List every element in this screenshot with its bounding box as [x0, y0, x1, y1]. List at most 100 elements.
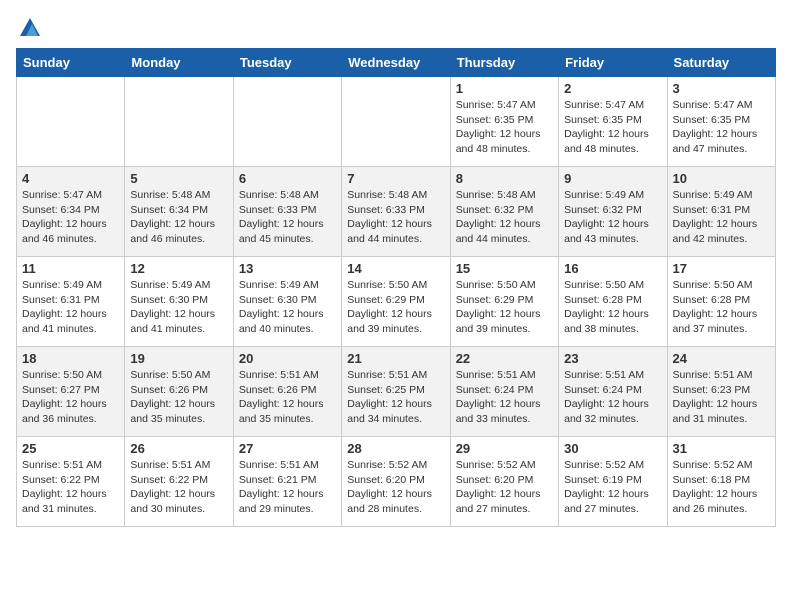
calendar-cell-16: 16 Sunrise: 5:50 AM Sunset: 6:28 PM Dayli…: [559, 257, 667, 347]
calendar-cell-10: 10Sunrise: 5:49 AM Sunset: 6:31 PM Dayli…: [667, 167, 775, 257]
day-info: Sunrise: 5:47 AM Sunset: 6:35 PM Dayligh…: [564, 98, 661, 157]
calendar-header-row: SundayMondayTuesdayWednesdayThursdayFrid…: [17, 49, 776, 77]
day-number: 16: [564, 261, 661, 276]
day-info: Sunrise: 5:48 AM Sunset: 6:34 PM Dayligh…: [130, 188, 227, 247]
calendar-cell-empty: [342, 77, 450, 167]
calendar-cell-31: 31 Sunrise: 5:52 AM Sunset: 6:18 PM Dayli…: [667, 437, 775, 527]
day-info: Sunrise: 5:52 AM Sunset: 6:19 PM Dayligh…: [564, 458, 661, 517]
day-info: Sunrise: 5:51 AM Sunset: 6:24 PM Dayligh…: [564, 368, 661, 427]
calendar-cell-empty: [233, 77, 341, 167]
calendar-cell-2: 2 Sunrise: 5:47 AM Sunset: 6:35 PM Daylig…: [559, 77, 667, 167]
day-info: Sunrise: 5:52 AM Sunset: 6:20 PM Dayligh…: [456, 458, 553, 517]
day-number: 14: [347, 261, 444, 276]
day-info: Sunrise: 5:50 AM Sunset: 6:29 PM Dayligh…: [347, 278, 444, 337]
day-info: Sunrise: 5:52 AM Sunset: 6:18 PM Dayligh…: [673, 458, 770, 517]
calendar-header-friday: Friday: [559, 49, 667, 77]
day-info: Sunrise: 5:51 AM Sunset: 6:26 PM Dayligh…: [239, 368, 336, 427]
day-number: 5: [130, 171, 227, 186]
day-info: Sunrise: 5:49 AM Sunset: 6:31 PM Dayligh…: [22, 278, 119, 337]
day-info: Sunrise: 5:51 AM Sunset: 6:25 PM Dayligh…: [347, 368, 444, 427]
calendar-header-wednesday: Wednesday: [342, 49, 450, 77]
calendar-cell-28: 28Sunrise: 5:52 AM Sunset: 6:20 PM Dayli…: [342, 437, 450, 527]
calendar-week-5: 25 Sunrise: 5:51 AM Sunset: 6:22 PM Dayli…: [17, 437, 776, 527]
day-number: 25: [22, 441, 119, 456]
day-number: 28: [347, 441, 444, 456]
calendar-cell-14: 14 Sunrise: 5:50 AM Sunset: 6:29 PM Dayli…: [342, 257, 450, 347]
day-number: 29: [456, 441, 553, 456]
calendar-cell-13: 13 Sunrise: 5:49 AM Sunset: 6:30 PM Dayli…: [233, 257, 341, 347]
calendar-week-3: 11 Sunrise: 5:49 AM Sunset: 6:31 PM Dayli…: [17, 257, 776, 347]
day-number: 10: [673, 171, 770, 186]
calendar-header-monday: Monday: [125, 49, 233, 77]
calendar-cell-30: 30 Sunrise: 5:52 AM Sunset: 6:19 PM Dayli…: [559, 437, 667, 527]
day-number: 17: [673, 261, 770, 276]
day-number: 4: [22, 171, 119, 186]
calendar-cell-1: 1 Sunrise: 5:47 AM Sunset: 6:35 PM Daylig…: [450, 77, 558, 167]
calendar-cell-22: 22 Sunrise: 5:51 AM Sunset: 6:24 PM Dayli…: [450, 347, 558, 437]
calendar-cell-23: 23 Sunrise: 5:51 AM Sunset: 6:24 PM Dayli…: [559, 347, 667, 437]
calendar-cell-empty: [17, 77, 125, 167]
day-info: Sunrise: 5:50 AM Sunset: 6:27 PM Dayligh…: [22, 368, 119, 427]
day-number: 26: [130, 441, 227, 456]
calendar-cell-15: 15 Sunrise: 5:50 AM Sunset: 6:29 PM Dayli…: [450, 257, 558, 347]
day-number: 23: [564, 351, 661, 366]
calendar-cell-7: 7 Sunrise: 5:48 AM Sunset: 6:33 PM Daylig…: [342, 167, 450, 257]
day-info: Sunrise: 5:49 AM Sunset: 6:30 PM Dayligh…: [130, 278, 227, 337]
page-header: [16, 16, 776, 40]
day-info: Sunrise: 5:49 AM Sunset: 6:32 PM Dayligh…: [564, 188, 661, 247]
day-number: 19: [130, 351, 227, 366]
calendar-header-sunday: Sunday: [17, 49, 125, 77]
day-info: Sunrise: 5:50 AM Sunset: 6:28 PM Dayligh…: [564, 278, 661, 337]
day-info: Sunrise: 5:47 AM Sunset: 6:34 PM Dayligh…: [22, 188, 119, 247]
calendar-cell-27: 27 Sunrise: 5:51 AM Sunset: 6:21 PM Dayli…: [233, 437, 341, 527]
day-number: 15: [456, 261, 553, 276]
calendar-cell-9: 9 Sunrise: 5:49 AM Sunset: 6:32 PM Daylig…: [559, 167, 667, 257]
calendar-cell-25: 25 Sunrise: 5:51 AM Sunset: 6:22 PM Dayli…: [17, 437, 125, 527]
calendar-cell-6: 6Sunrise: 5:48 AM Sunset: 6:33 PM Daylig…: [233, 167, 341, 257]
day-info: Sunrise: 5:51 AM Sunset: 6:23 PM Dayligh…: [673, 368, 770, 427]
day-info: Sunrise: 5:50 AM Sunset: 6:28 PM Dayligh…: [673, 278, 770, 337]
day-number: 13: [239, 261, 336, 276]
day-info: Sunrise: 5:47 AM Sunset: 6:35 PM Dayligh…: [673, 98, 770, 157]
day-number: 7: [347, 171, 444, 186]
calendar-cell-3: 3 Sunrise: 5:47 AM Sunset: 6:35 PM Daylig…: [667, 77, 775, 167]
day-info: Sunrise: 5:51 AM Sunset: 6:21 PM Dayligh…: [239, 458, 336, 517]
calendar-cell-19: 19Sunrise: 5:50 AM Sunset: 6:26 PM Dayli…: [125, 347, 233, 437]
day-info: Sunrise: 5:48 AM Sunset: 6:32 PM Dayligh…: [456, 188, 553, 247]
day-number: 3: [673, 81, 770, 96]
day-info: Sunrise: 5:50 AM Sunset: 6:29 PM Dayligh…: [456, 278, 553, 337]
day-number: 31: [673, 441, 770, 456]
calendar-week-1: 1 Sunrise: 5:47 AM Sunset: 6:35 PM Daylig…: [17, 77, 776, 167]
day-info: Sunrise: 5:47 AM Sunset: 6:35 PM Dayligh…: [456, 98, 553, 157]
day-info: Sunrise: 5:49 AM Sunset: 6:30 PM Dayligh…: [239, 278, 336, 337]
logo: [16, 16, 42, 40]
day-number: 20: [239, 351, 336, 366]
day-number: 11: [22, 261, 119, 276]
day-number: 8: [456, 171, 553, 186]
calendar-week-4: 18Sunrise: 5:50 AM Sunset: 6:27 PM Dayli…: [17, 347, 776, 437]
calendar-cell-18: 18Sunrise: 5:50 AM Sunset: 6:27 PM Dayli…: [17, 347, 125, 437]
day-number: 6: [239, 171, 336, 186]
calendar-cell-8: 8 Sunrise: 5:48 AM Sunset: 6:32 PM Daylig…: [450, 167, 558, 257]
calendar-cell-26: 26 Sunrise: 5:51 AM Sunset: 6:22 PM Dayli…: [125, 437, 233, 527]
day-number: 12: [130, 261, 227, 276]
day-number: 27: [239, 441, 336, 456]
calendar-cell-24: 24Sunrise: 5:51 AM Sunset: 6:23 PM Dayli…: [667, 347, 775, 437]
day-info: Sunrise: 5:51 AM Sunset: 6:22 PM Dayligh…: [22, 458, 119, 517]
calendar-header-thursday: Thursday: [450, 49, 558, 77]
calendar-table: SundayMondayTuesdayWednesdayThursdayFrid…: [16, 48, 776, 527]
calendar-cell-empty: [125, 77, 233, 167]
day-number: 9: [564, 171, 661, 186]
logo-icon: [18, 16, 42, 40]
calendar-cell-11: 11 Sunrise: 5:49 AM Sunset: 6:31 PM Dayli…: [17, 257, 125, 347]
day-info: Sunrise: 5:51 AM Sunset: 6:22 PM Dayligh…: [130, 458, 227, 517]
day-info: Sunrise: 5:48 AM Sunset: 6:33 PM Dayligh…: [347, 188, 444, 247]
day-number: 1: [456, 81, 553, 96]
calendar-cell-20: 20 Sunrise: 5:51 AM Sunset: 6:26 PM Dayli…: [233, 347, 341, 437]
day-number: 22: [456, 351, 553, 366]
calendar-header-tuesday: Tuesday: [233, 49, 341, 77]
day-info: Sunrise: 5:51 AM Sunset: 6:24 PM Dayligh…: [456, 368, 553, 427]
calendar-cell-5: 5 Sunrise: 5:48 AM Sunset: 6:34 PM Daylig…: [125, 167, 233, 257]
day-number: 2: [564, 81, 661, 96]
day-number: 30: [564, 441, 661, 456]
